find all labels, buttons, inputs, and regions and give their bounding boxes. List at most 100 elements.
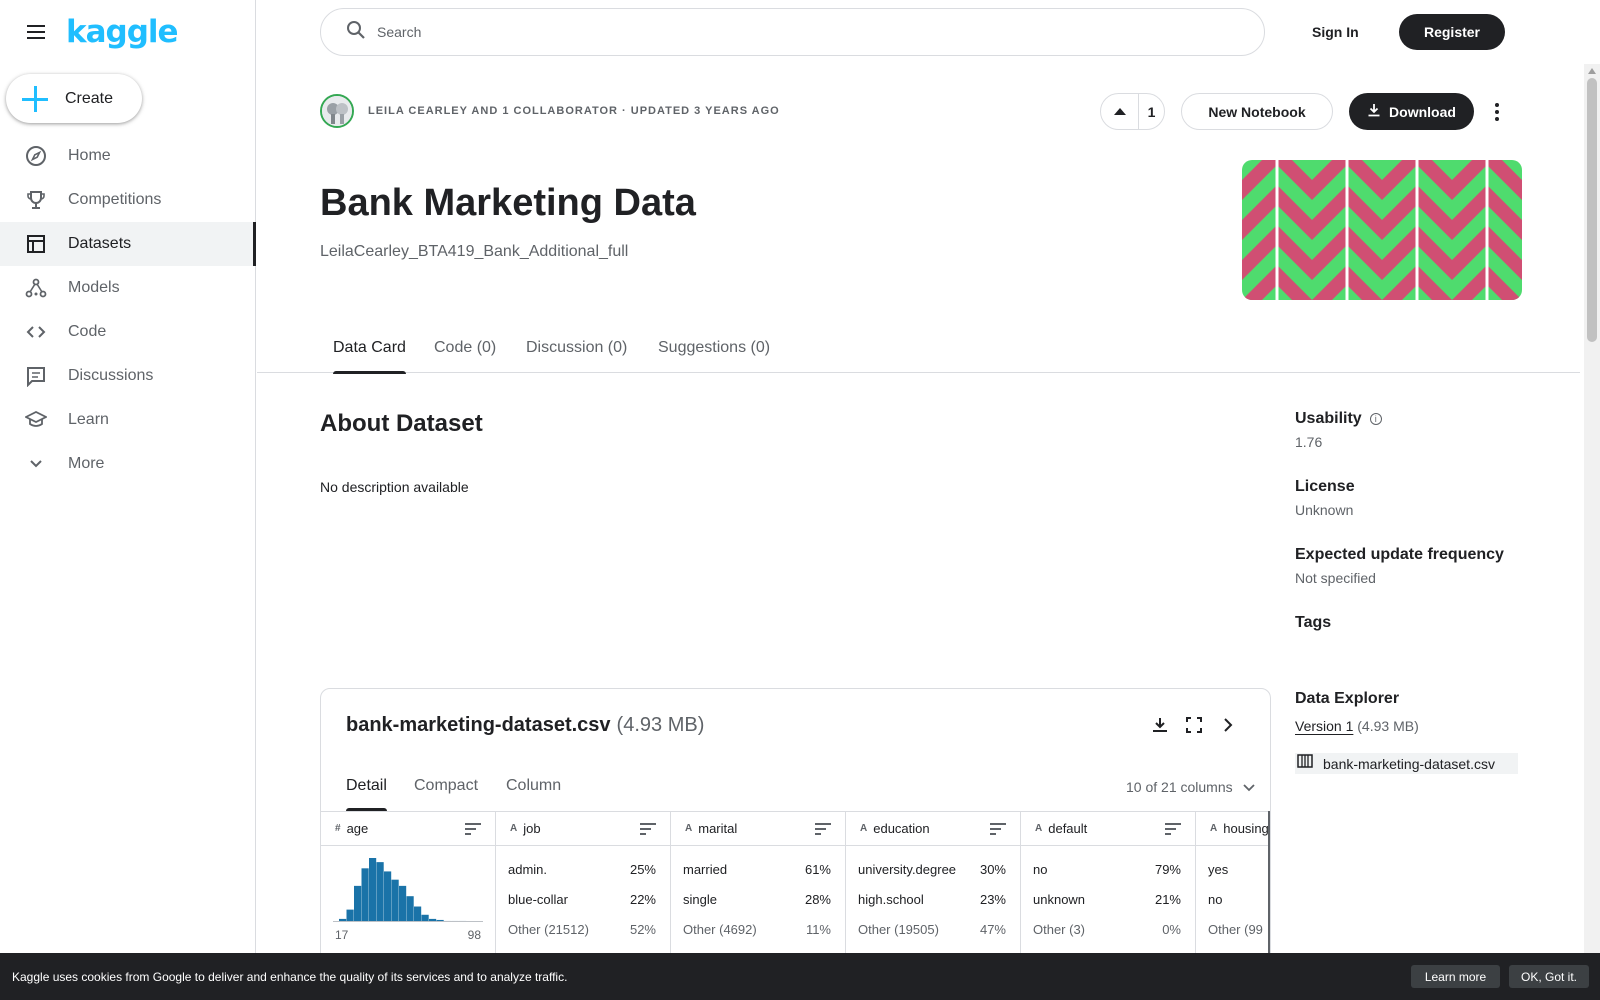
more-options-icon[interactable] [1488, 96, 1506, 128]
value-row: blue-collar 22% [508, 892, 656, 907]
compass-icon [24, 144, 48, 168]
sidebar-item-home[interactable]: Home [0, 134, 256, 178]
column-header[interactable]: A marital [671, 812, 845, 846]
value-label: yes [1208, 862, 1229, 877]
column-name: marital [698, 821, 738, 836]
value-row: Other (19505) 47% [858, 922, 1006, 937]
column-header[interactable]: A job [496, 812, 670, 846]
sidebar-item-learn[interactable]: Learn [0, 398, 256, 442]
avatar[interactable] [320, 94, 354, 128]
column-header[interactable]: A education [846, 812, 1020, 846]
owner-line: LEILA CEARLEY AND 1 COLLABORATOR · UPDAT… [368, 105, 780, 117]
frequency-value: Not specified [1295, 570, 1376, 586]
column-count-select[interactable]: 10 of 21 columns [1126, 779, 1255, 795]
code-icon [24, 320, 48, 344]
histogram-bar [376, 862, 384, 922]
fullscreen-icon[interactable] [1184, 715, 1204, 735]
trophy-icon [24, 188, 48, 212]
sidebar-item-label: More [68, 455, 105, 472]
column-header[interactable]: A housing [1196, 812, 1270, 846]
version-info: Version 1 (4.93 MB) [1295, 718, 1419, 734]
tab-discussion[interactable]: Discussion (0) [526, 333, 627, 373]
file-tree-item[interactable]: bank-marketing-dataset.csv [1295, 753, 1518, 774]
value-pct: 23% [979, 892, 1006, 907]
new-notebook-button[interactable]: New Notebook [1181, 93, 1333, 130]
kaggle-logo[interactable]: kaggle [66, 14, 179, 50]
learn-more-button[interactable]: Learn more [1411, 965, 1500, 988]
value-label: Other (3) [1033, 922, 1086, 937]
sidebar-item-code[interactable]: Code [0, 310, 256, 354]
sidebar-item-label: Datasets [68, 235, 132, 252]
value-label: unknown [1033, 892, 1086, 907]
download-button[interactable]: Download [1349, 93, 1474, 130]
value-label: married [683, 862, 728, 877]
string-type-icon: A [1210, 823, 1218, 834]
value-pct: 61% [804, 862, 831, 877]
sort-icon[interactable] [1165, 823, 1181, 835]
value-pct: 25% [629, 862, 656, 877]
histogram-bar [421, 914, 429, 922]
column-name: job [523, 821, 541, 836]
tab-suggestions[interactable]: Suggestions (0) [658, 333, 770, 373]
chevron-right-icon[interactable] [1218, 715, 1238, 735]
column-header[interactable]: # age [321, 812, 495, 846]
sidebar-item-models[interactable]: Models [0, 266, 256, 310]
value-label: blue-collar [508, 892, 568, 907]
tab-column[interactable]: Column [506, 777, 561, 807]
info-icon[interactable]: i [1369, 412, 1382, 425]
histogram-bar [346, 909, 354, 922]
version-size: (4.93 MB) [1357, 718, 1419, 734]
sidebar-item-datasets[interactable]: Datasets [0, 222, 256, 266]
sidebar-item-discussions[interactable]: Discussions [0, 354, 256, 398]
value-label: single [683, 892, 717, 907]
search-icon [345, 19, 367, 46]
download-label: Download [1389, 103, 1456, 120]
about-title: About Dataset [320, 410, 483, 437]
value-row: high.school 23% [858, 892, 1006, 907]
column-header[interactable]: A default [1021, 812, 1195, 846]
create-button[interactable]: Create [6, 74, 142, 123]
data-explorer-label: Data Explorer [1295, 690, 1400, 707]
sort-icon[interactable] [465, 823, 481, 835]
scroll-thumb[interactable] [1587, 78, 1597, 342]
sidebar-item-competitions[interactable]: Competitions [0, 178, 256, 222]
value-row: Other (99 [1208, 922, 1263, 937]
upvote-button[interactable] [1101, 94, 1139, 129]
search-input[interactable] [377, 24, 1177, 40]
tab-compact[interactable]: Compact [414, 777, 478, 807]
scroll-up-arrow-icon[interactable] [1588, 68, 1596, 74]
sidebar-header: kaggle [0, 0, 255, 64]
value-label: no [1208, 892, 1223, 907]
sort-icon[interactable] [815, 823, 831, 835]
menu-icon[interactable] [24, 20, 48, 44]
value-row: no [1208, 892, 1262, 907]
cookie-text: Kaggle uses cookies from Google to deliv… [12, 969, 568, 984]
explorer-file-name: bank-marketing-dataset.csv [346, 714, 611, 736]
chevron-down-icon [24, 452, 48, 476]
histogram-bar [391, 879, 399, 922]
sort-icon[interactable] [990, 823, 1006, 835]
value-row: unknown 21% [1033, 892, 1181, 907]
register-button[interactable]: Register [1399, 14, 1505, 50]
string-type-icon: A [1035, 823, 1043, 834]
data-explorer-card: bank-marketing-dataset.csv (4.93 MB) Deta… [320, 688, 1271, 978]
string-type-icon: A [860, 823, 868, 834]
ok-got-it-button[interactable]: OK, Got it. [1509, 965, 1589, 988]
value-row: Other (21512) 52% [508, 922, 656, 937]
search-bar[interactable] [320, 8, 1265, 56]
column-count-label: 10 of 21 columns [1126, 779, 1233, 795]
sidebar-item-more[interactable]: More [0, 442, 256, 486]
sort-icon[interactable] [640, 823, 656, 835]
sidebar: kaggle Create Home Competitions Datasets [0, 0, 256, 1000]
tab-detail[interactable]: Detail [346, 777, 387, 811]
tab-code[interactable]: Code (0) [434, 333, 496, 373]
value-label: Other (21512) [508, 922, 589, 937]
download-icon[interactable] [1150, 715, 1170, 735]
value-label: high.school [858, 892, 924, 907]
tab-data-card[interactable]: Data Card [333, 333, 406, 374]
version-link[interactable]: Version 1 [1295, 718, 1353, 734]
sign-in-button[interactable]: Sign In [1300, 14, 1371, 50]
table-scrollbar[interactable] [1268, 811, 1270, 961]
page-scrollbar[interactable] [1584, 64, 1600, 1000]
value-row: Other (4692) 11% [683, 922, 831, 937]
